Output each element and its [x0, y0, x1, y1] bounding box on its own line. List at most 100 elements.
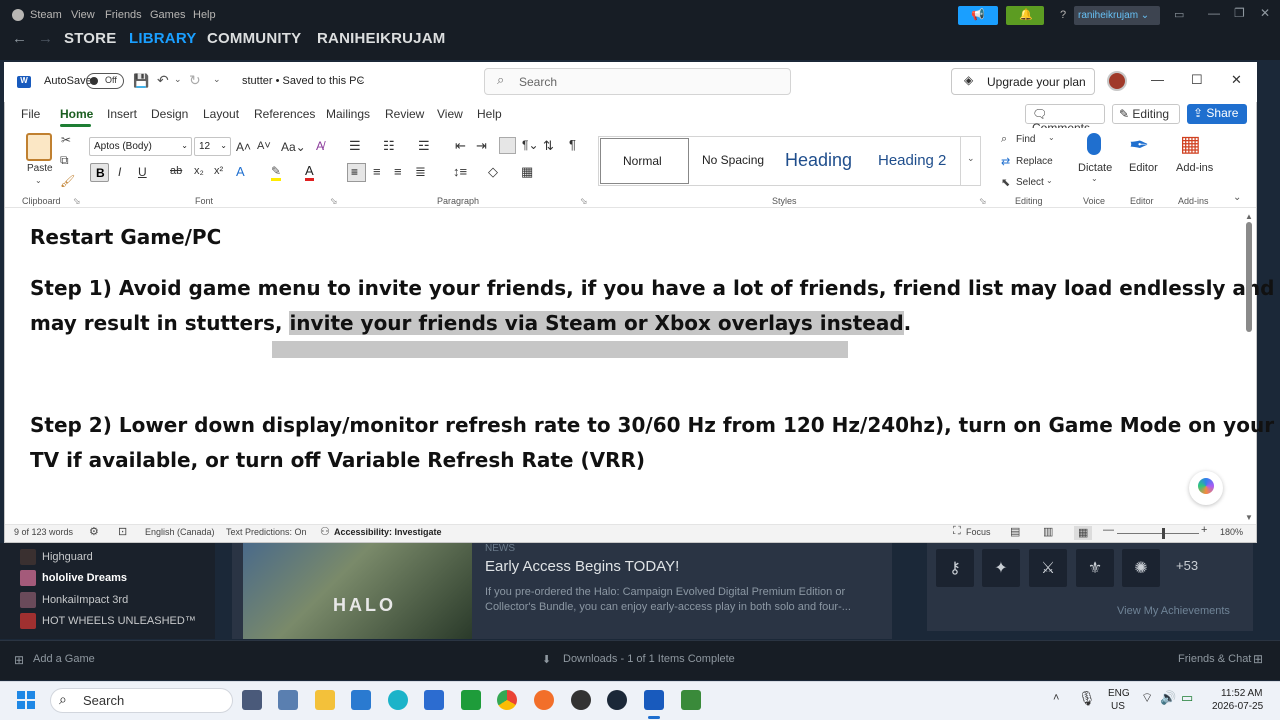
- steam-menu-help[interactable]: Help: [193, 9, 216, 21]
- zoom-slider-thumb[interactable]: [1162, 528, 1165, 539]
- word-maximize-icon[interactable]: ☐: [1191, 72, 1203, 88]
- font-launcher-icon[interactable]: ⬂: [330, 196, 338, 207]
- align-center-icon[interactable]: ≡: [373, 164, 381, 179]
- track-icon[interactable]: ⊡: [118, 525, 127, 538]
- align-left-button[interactable]: ≡: [347, 163, 366, 182]
- dictate-dropdown-icon[interactable]: ⌄: [1091, 174, 1098, 183]
- steam-nav-profile[interactable]: RANIHEIKRUJAM: [317, 30, 445, 47]
- select-dropdown-icon[interactable]: ⌄: [1046, 176, 1053, 185]
- strikethrough-icon[interactable]: ab: [170, 165, 182, 177]
- style-normal[interactable]: Normal: [600, 138, 689, 184]
- print-layout-icon[interactable]: ▥: [1043, 525, 1053, 538]
- styles-launcher-icon[interactable]: ⬂: [979, 196, 987, 207]
- addins-button[interactable]: Add-ins: [1176, 162, 1213, 174]
- game-item-hotwheels[interactable]: HOT WHEELS UNLEASHED™: [20, 611, 196, 631]
- copilot-button[interactable]: [1189, 471, 1223, 505]
- game-item-hololive[interactable]: hololive Dreams: [20, 568, 127, 588]
- underline-icon[interactable]: U: [138, 165, 147, 179]
- undo-dropdown-icon[interactable]: ⌄: [174, 74, 182, 85]
- italic-icon[interactable]: I: [118, 165, 121, 179]
- step2-line1[interactable]: Step 2) Lower down display/monitor refre…: [30, 408, 1274, 443]
- document-heading[interactable]: Restart Game/PC: [30, 220, 221, 255]
- step1-line1[interactable]: Step 1) Avoid game menu to invite your f…: [30, 271, 1274, 306]
- clock-date[interactable]: 2026-07-25: [1212, 701, 1263, 712]
- word-count[interactable]: 9 of 123 words: [14, 527, 73, 537]
- chrome-icon[interactable]: [497, 690, 517, 710]
- wifi-icon[interactable]: ⌔: [1141, 690, 1153, 706]
- grow-font-icon[interactable]: A˄: [236, 140, 251, 154]
- dictate-button[interactable]: Dictate: [1078, 162, 1112, 174]
- steam-nav-library[interactable]: LIBRARY: [129, 30, 197, 47]
- undo-icon[interactable]: ↶: [157, 72, 169, 89]
- redo-icon[interactable]: ↻: [189, 72, 201, 89]
- tab-layout[interactable]: Layout: [203, 107, 239, 121]
- addins-icon[interactable]: ▦: [1180, 131, 1201, 157]
- web-layout-button[interactable]: ▦: [1074, 526, 1092, 540]
- clock-time[interactable]: 11:52 AM: [1221, 688, 1263, 699]
- steam-maximize-icon[interactable]: ❐: [1234, 6, 1245, 20]
- steam-taskbar-icon[interactable]: [607, 690, 627, 710]
- autosave-toggle[interactable]: Off: [86, 73, 124, 89]
- step1-line2[interactable]: may result in stutters, invite your frie…: [30, 306, 911, 341]
- achievement-icon[interactable]: ⚜: [1076, 549, 1114, 587]
- achievement-icon[interactable]: ⚔: [1029, 549, 1067, 587]
- text-effects-icon[interactable]: A: [236, 164, 245, 179]
- increase-indent-icon[interactable]: ⇥: [476, 138, 487, 154]
- task-view-icon[interactable]: [242, 690, 262, 710]
- paragraph-launcher-icon[interactable]: ⬂: [580, 196, 588, 207]
- language-status[interactable]: English (Canada): [145, 527, 215, 537]
- font-size-dropdown[interactable]: 12 ⌄: [194, 137, 231, 156]
- battery-icon[interactable]: ▭: [1181, 690, 1193, 706]
- comments-button[interactable]: 🗨 Comments: [1025, 104, 1105, 135]
- title-dropdown-icon[interactable]: ⌄: [357, 74, 365, 85]
- firefox-icon[interactable]: [534, 690, 554, 710]
- subscript-icon[interactable]: x₂: [194, 165, 204, 177]
- word-close-icon[interactable]: ✕: [1231, 72, 1242, 88]
- steam-back-icon[interactable]: ←: [12, 30, 27, 47]
- cut-icon[interactable]: ✂: [61, 133, 71, 147]
- focus-button[interactable]: Focus: [966, 527, 991, 537]
- copy-icon[interactable]: ⧉: [60, 153, 69, 168]
- steam-menu-games[interactable]: Games: [150, 9, 185, 21]
- find-button[interactable]: Find: [1016, 134, 1035, 145]
- photos-icon[interactable]: [351, 690, 371, 710]
- change-case-icon[interactable]: Aa⌄: [281, 140, 306, 154]
- friends-chat-icon[interactable]: ⊞: [1253, 652, 1263, 666]
- paste-dropdown-icon[interactable]: ⌄: [35, 176, 42, 185]
- steam-minimize-icon[interactable]: —: [1208, 6, 1220, 20]
- show-marks-icon[interactable]: ¶: [569, 137, 576, 152]
- friends-chat-button[interactable]: Friends & Chat: [1178, 653, 1251, 665]
- select-button[interactable]: Select: [1016, 177, 1044, 188]
- steam-close-icon[interactable]: ✕: [1260, 6, 1270, 20]
- replace-button[interactable]: Replace: [1016, 156, 1053, 167]
- steam-help-icon[interactable]: ?: [1060, 9, 1066, 21]
- sort-icon[interactable]: ⇅: [543, 138, 554, 154]
- calculator-icon[interactable]: [278, 690, 298, 710]
- customize-toolbar-icon[interactable]: ⌄: [213, 74, 221, 85]
- downloads-status[interactable]: Downloads - 1 of 1 Items Complete: [563, 653, 735, 665]
- steam-menu-steam[interactable]: Steam: [30, 9, 62, 21]
- proofing-icon[interactable]: ⚙: [89, 525, 99, 538]
- style-heading[interactable]: Heading: [785, 150, 852, 171]
- bullets-icon[interactable]: ☰: [349, 138, 361, 154]
- text-predictions-status[interactable]: Text Predictions: On: [226, 527, 307, 537]
- borders-icon[interactable]: ▦: [521, 164, 533, 180]
- vertical-scrollbar[interactable]: [1246, 222, 1252, 332]
- steam-nav-community[interactable]: COMMUNITY: [207, 30, 301, 47]
- line-spacing-icon[interactable]: ↕≡: [453, 164, 467, 179]
- justify-icon[interactable]: ≣: [415, 164, 426, 180]
- word-minimize-icon[interactable]: —: [1151, 72, 1164, 87]
- word-taskbar-icon[interactable]: [644, 690, 664, 710]
- obs-icon[interactable]: [571, 690, 591, 710]
- achievement-icon[interactable]: ✺: [1122, 549, 1160, 587]
- share-button[interactable]: ⇪ Share: [1187, 104, 1247, 124]
- zoom-out-icon[interactable]: —: [1103, 524, 1114, 536]
- font-color-icon[interactable]: A: [305, 163, 314, 181]
- ltr-text-button[interactable]: [499, 137, 516, 154]
- decrease-indent-icon[interactable]: ⇤: [455, 138, 466, 154]
- paste-label[interactable]: Paste: [27, 163, 53, 174]
- tab-review[interactable]: Review: [385, 107, 424, 121]
- document-title[interactable]: stutter • Saved to this PC: [242, 75, 364, 87]
- save-icon[interactable]: 💾: [133, 73, 149, 89]
- editor-button[interactable]: Editor: [1129, 162, 1158, 174]
